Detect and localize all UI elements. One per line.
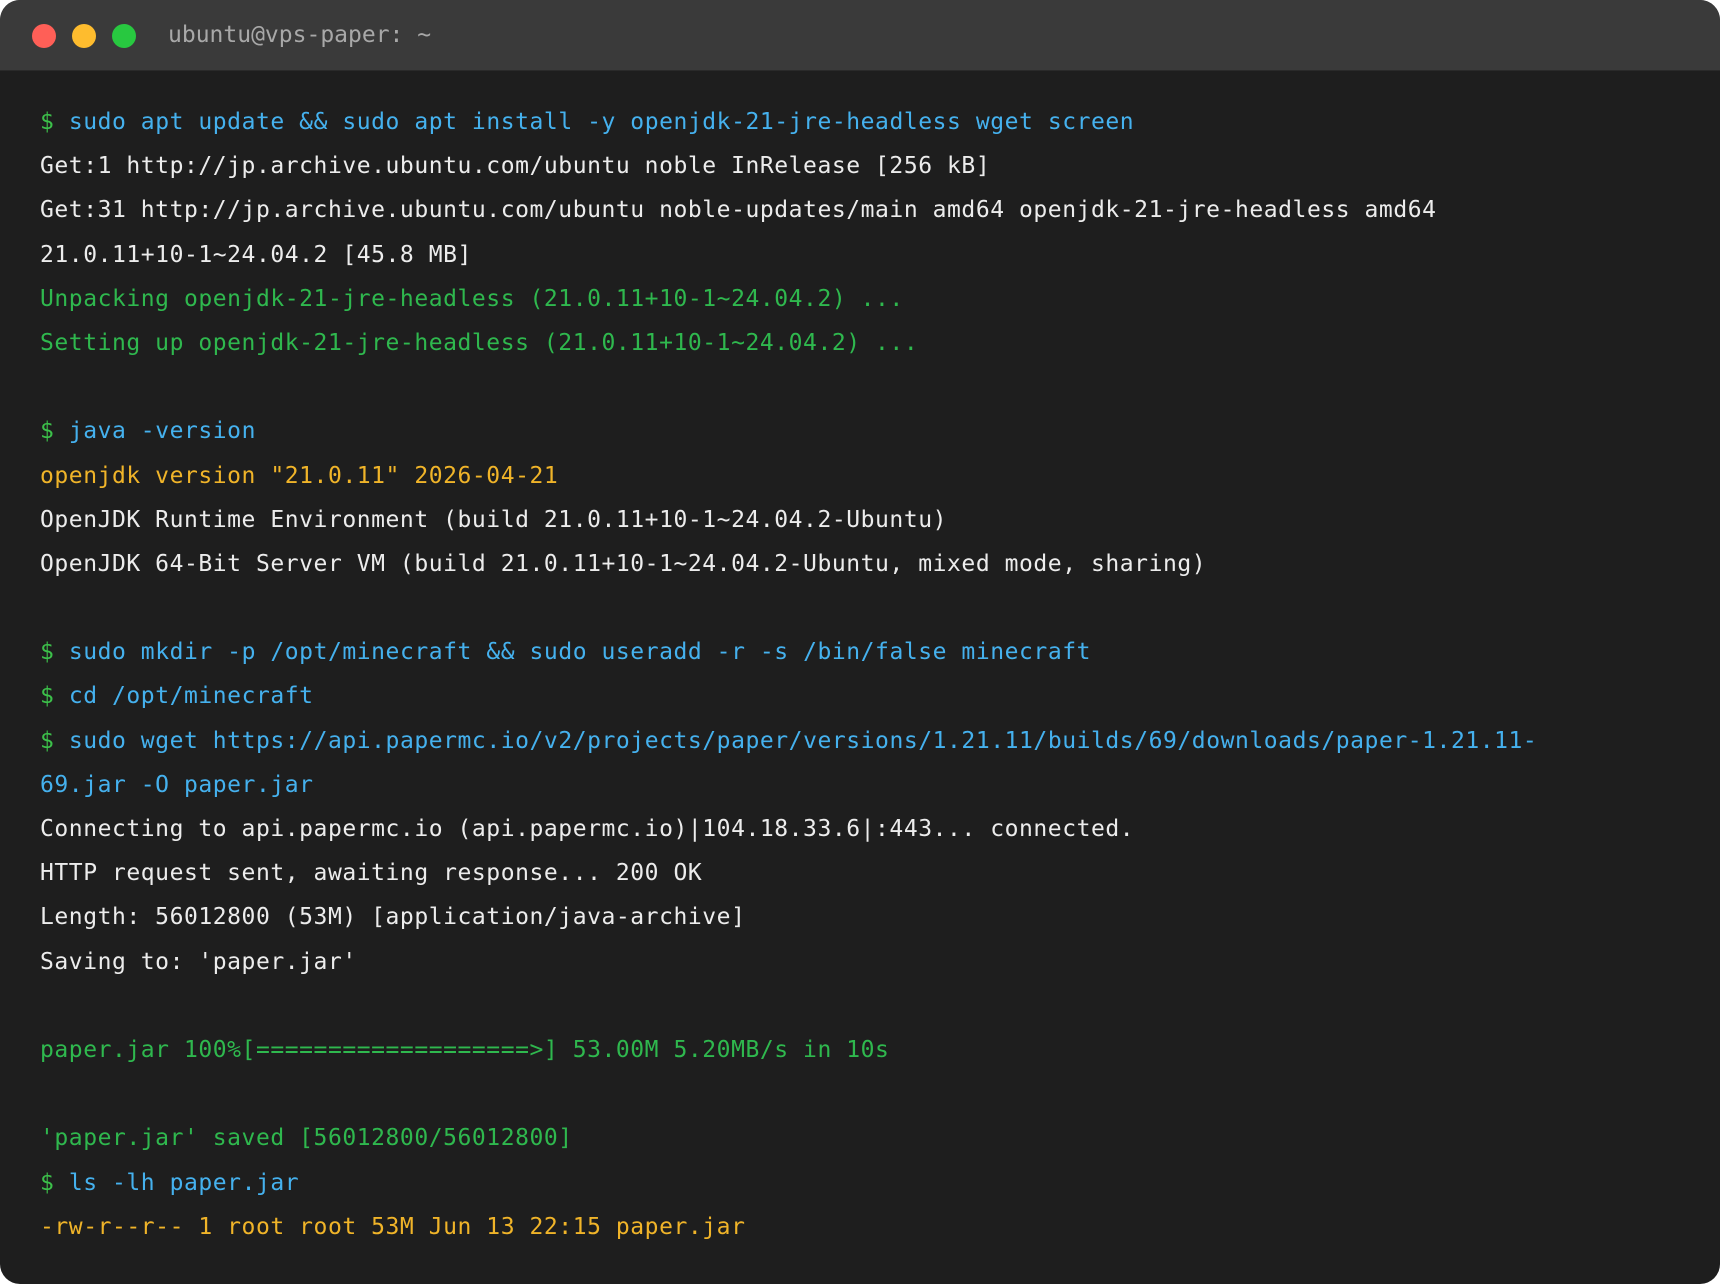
prompt-symbol: $ [40, 727, 55, 754]
output-row: OpenJDK Runtime Environment (build 21.0.… [40, 498, 1690, 542]
output-row: Length: 56012800 (53M) [application/java… [40, 895, 1690, 939]
title-bar: ubuntu@vps-paper: ~ [0, 0, 1720, 71]
output-row: 'paper.jar' saved [56012800/56012800] [40, 1116, 1690, 1160]
output-line: Connecting to api.papermc.io (api.paperm… [40, 816, 1135, 842]
close-button[interactable] [32, 24, 56, 48]
command-line: $ sudo apt update && sudo apt install -y… [40, 100, 1690, 144]
output-row: Unpacking openjdk-21-jre-headless (21.0.… [40, 277, 1690, 321]
terminal-output[interactable]: $ sudo apt update && sudo apt install -y… [40, 100, 1690, 1249]
output-row: Saving to: 'paper.jar' [40, 940, 1690, 984]
output-row: -rw-r--r-- 1 root root 53M Jun 13 22:15 … [40, 1205, 1690, 1249]
output-line: OpenJDK 64-Bit Server VM (build 21.0.11+… [40, 550, 1207, 577]
terminal-window: ubuntu@vps-paper: ~ $ sudo apt update &&… [0, 0, 1720, 1284]
output-row: paper.jar 100%[===================>] 53.… [40, 1028, 1690, 1072]
output-row: openjdk version "21.0.11" 2026-04-21 [40, 454, 1690, 498]
command-text: ls -lh paper.jar [68, 1169, 300, 1196]
output-line: Get:1 http://jp.archive.ubuntu.com/ubunt… [40, 153, 991, 180]
output-row: HTTP request sent, awaiting response... … [40, 851, 1690, 895]
command-text: java -version [68, 418, 256, 445]
output-line: Length: 56012800 (53M) [application/java… [40, 904, 746, 931]
output-row: Setting up openjdk-21-jre-headless (21.0… [40, 321, 1690, 365]
output-line: HTTP request sent, awaiting response... … [40, 860, 703, 887]
output-row: OpenJDK 64-Bit Server VM (build 21.0.11+… [40, 542, 1690, 586]
success-output: Unpacking openjdk-21-jre-headless (21.0.… [40, 285, 904, 312]
output-line: OpenJDK Runtime Environment (build 21.0.… [40, 506, 948, 533]
command-text: sudo apt update && sudo apt install -y o… [68, 109, 1135, 135]
output-row: Get:31 http://jp.archive.ubuntu.com/ubun… [40, 188, 1690, 232]
command-text: cd /opt/minecraft [68, 683, 314, 710]
window-title: ubuntu@vps-paper: ~ [168, 22, 432, 48]
prompt-symbol: $ [40, 109, 55, 135]
prompt-symbol: $ [40, 683, 55, 710]
command-text: sudo wget https://api.papermc.io/v2/proj… [68, 727, 1538, 754]
success-output: Setting up openjdk-21-jre-headless (21.0… [40, 329, 919, 356]
success-output: 'paper.jar' saved [56012800/56012800] [40, 1125, 573, 1152]
minimize-button[interactable] [72, 24, 96, 48]
success-output: paper.jar 100%[===================>] 53.… [40, 1036, 890, 1063]
prompt-symbol: $ [40, 418, 55, 445]
highlight-output: -rw-r--r-- 1 root root 53M Jun 13 22:15 … [40, 1213, 746, 1240]
output-line: Saving to: 'paper.jar' [40, 948, 357, 975]
command-line: $ cd /opt/minecraft [40, 674, 1690, 718]
command-line: $ sudo wget https://api.papermc.io/v2/pr… [40, 719, 1690, 763]
output-row: Get:1 http://jp.archive.ubuntu.com/ubunt… [40, 144, 1690, 188]
command-line: $ ls -lh paper.jar [40, 1161, 1690, 1205]
command-text: sudo mkdir -p /opt/minecraft && sudo use… [68, 639, 1092, 666]
prompt-symbol: $ [40, 1169, 55, 1196]
output-row: Connecting to api.papermc.io (api.paperm… [40, 807, 1690, 851]
command-line: $ java -version [40, 409, 1690, 453]
output-row: 69.jar -O paper.jar [40, 763, 1690, 807]
output-row: 21.0.11+10-1~24.04.2 [45.8 MB] [40, 233, 1690, 277]
prompt-symbol: $ [40, 639, 55, 666]
command-continuation: 69.jar -O paper.jar [40, 771, 314, 798]
output-line: Get:31 http://jp.archive.ubuntu.com/ubun… [40, 197, 1437, 224]
output-line: 21.0.11+10-1~24.04.2 [45.8 MB] [40, 241, 472, 268]
maximize-button[interactable] [112, 24, 136, 48]
command-line: $ sudo mkdir -p /opt/minecraft && sudo u… [40, 630, 1690, 674]
highlight-output: openjdk version "21.0.11" 2026-04-21 [40, 462, 559, 489]
